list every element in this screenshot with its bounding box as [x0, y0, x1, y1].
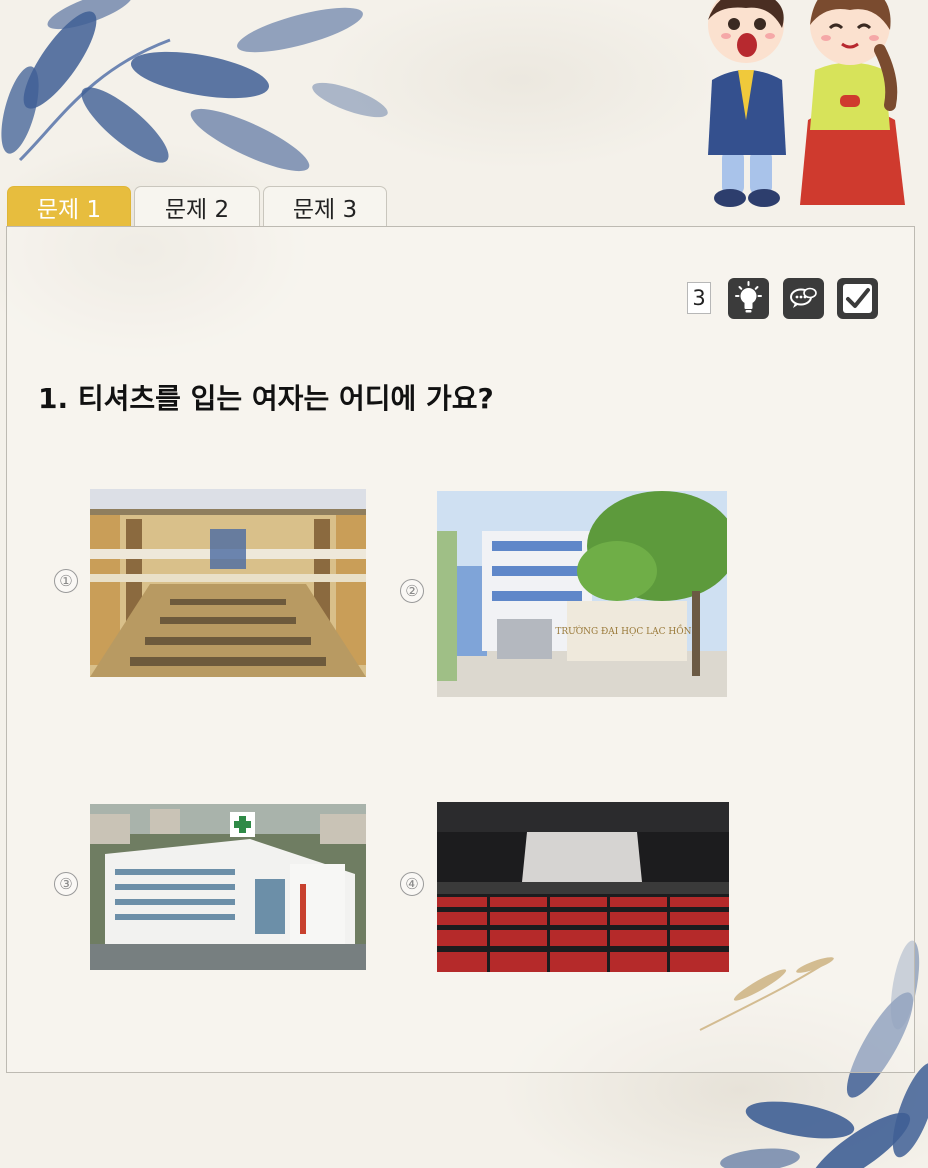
tab-question-3[interactable]: 문제 3 — [263, 186, 387, 226]
lightbulb-icon — [735, 281, 762, 313]
choice-3-hospital-photo[interactable] — [90, 804, 366, 970]
hint-button[interactable] — [728, 278, 769, 319]
tab-question-1[interactable]: 문제 1 — [7, 186, 131, 226]
choice-1-library-photo[interactable] — [90, 489, 366, 677]
hanbok-characters-icon — [708, 0, 905, 207]
choice-2-university-photo[interactable]: TRƯỜNG ĐẠI HỌC LẠC HỒNG — [437, 491, 727, 697]
discussion-button[interactable] — [783, 278, 824, 319]
chat-bubble-icon — [790, 287, 817, 308]
boy-character-icon — [708, 0, 786, 207]
question-text: 1. 티셔츠를 입는 여자는 어디에 가요? — [38, 382, 494, 415]
check-answer-button[interactable] — [837, 278, 878, 319]
checkmark-icon — [843, 284, 872, 313]
choice-number-2[interactable]: ② — [400, 579, 424, 603]
choice-number-3[interactable]: ③ — [54, 872, 78, 896]
question-counter: 3 — [687, 282, 711, 314]
choice-number-4[interactable]: ④ — [400, 872, 424, 896]
tab-question-2[interactable]: 문제 2 — [134, 186, 260, 226]
choice-4-movie-theater-photo[interactable] — [437, 802, 729, 972]
choice-number-1[interactable]: ① — [54, 569, 78, 593]
question-tabs: 문제 1 문제 2 문제 3 — [7, 186, 387, 227]
girl-character-icon — [800, 0, 905, 205]
